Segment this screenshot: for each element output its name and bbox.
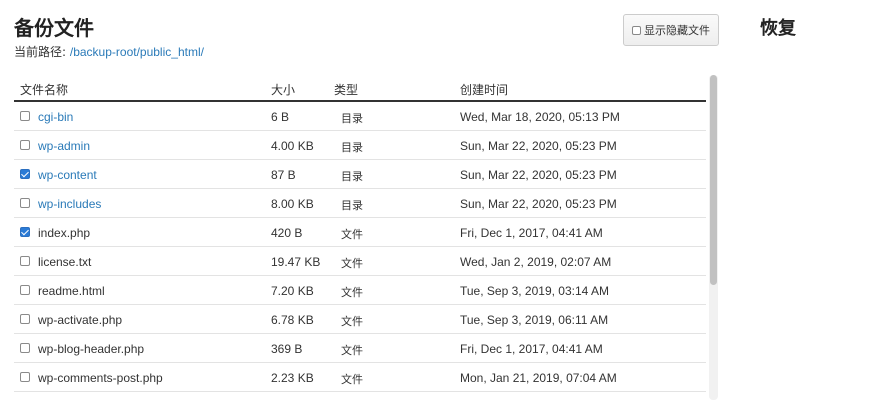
restore-title: 恢复 [760, 18, 796, 39]
file-size: 6.78 KB [271, 313, 314, 327]
file-size: 8.00 KB [271, 197, 314, 211]
file-type: 文件 [341, 257, 363, 270]
column-header-name[interactable]: 文件名称 [20, 81, 68, 98]
file-name: index.php [38, 226, 91, 240]
column-header-type[interactable]: 类型 [334, 81, 358, 98]
file-type: 文件 [341, 286, 363, 299]
checkbox-box[interactable] [20, 169, 30, 179]
row-checkbox[interactable] [20, 227, 30, 237]
table-row[interactable]: wp-activate.php 6.78 KB 文件 Tue, Sep 3, 2019… [14, 305, 706, 334]
row-checkbox[interactable] [20, 314, 30, 324]
file-created: Fri, Dec 1, 2017, 04:41 AM [460, 226, 603, 240]
file-created: Tue, Sep 3, 2019, 06:11 AM [460, 313, 609, 327]
file-name: wp-blog-header.php [38, 342, 145, 356]
show-hidden-files-button[interactable]: 显示隐藏文件 [623, 14, 719, 46]
file-type: 目录 [341, 112, 363, 125]
table-row[interactable]: cgi-bin 6 B 目录 Wed, Mar 18, 2020, 05:13 PM [14, 102, 706, 131]
file-name[interactable]: wp-admin [38, 139, 90, 153]
file-type: 文件 [341, 344, 363, 357]
file-created: Sun, Mar 22, 2020, 05:23 PM [460, 197, 617, 211]
file-type: 文件 [341, 228, 363, 241]
file-type: 目录 [341, 170, 363, 183]
checkbox-box[interactable] [20, 227, 30, 237]
file-created: Sun, Mar 22, 2020, 05:23 PM [460, 168, 617, 182]
file-size: 19.47 KB [271, 255, 321, 269]
file-name: wp-activate.php [38, 313, 123, 327]
row-checkbox[interactable] [20, 140, 30, 150]
table-body: cgi-bin 6 B 目录 Wed, Mar 18, 2020, 05:13 PM w… [14, 102, 706, 392]
row-checkbox[interactable] [20, 372, 30, 382]
checkbox-box[interactable] [20, 140, 30, 150]
row-checkbox[interactable] [20, 343, 30, 353]
file-created: Tue, Sep 3, 2019, 03:14 AM [460, 284, 609, 298]
file-size: 2.23 KB [271, 371, 314, 385]
checkbox-box[interactable] [20, 343, 30, 353]
file-created: Wed, Mar 18, 2020, 05:13 PM [460, 110, 620, 124]
table-header: 文件名称 大小 类型 创建时间 [14, 73, 706, 102]
checkbox-box[interactable] [20, 256, 30, 266]
file-created: Mon, Jan 21, 2019, 07:04 AM [460, 371, 617, 385]
show-hidden-label: 显示隐藏文件 [644, 24, 710, 37]
table-row[interactable]: wp-includes 8.00 KB 目录 Sun, Mar 22, 2020, 0… [14, 189, 706, 218]
file-type: 目录 [341, 199, 363, 212]
file-name: readme.html [38, 284, 105, 298]
path-label: 当前路径: [14, 45, 67, 59]
file-type: 文件 [341, 373, 363, 386]
row-checkbox[interactable] [20, 198, 30, 208]
page-title: 备份文件 [14, 16, 94, 40]
file-size: 87 B [271, 168, 296, 182]
file-size: 7.20 KB [271, 284, 314, 298]
file-size: 4.00 KB [271, 139, 314, 153]
row-checkbox[interactable] [20, 285, 30, 295]
file-created: Sun, Mar 22, 2020, 05:23 PM [460, 139, 617, 153]
row-checkbox[interactable] [20, 111, 30, 121]
column-header-created[interactable]: 创建时间 [460, 81, 508, 98]
checkbox-box[interactable] [20, 198, 30, 208]
table-row[interactable]: wp-content 87 B 目录 Sun, Mar 22, 2020, 05:23… [14, 160, 706, 189]
row-checkbox[interactable] [20, 169, 30, 179]
table-row[interactable]: wp-comments-post.php 2.23 KB 文件 Mon, Jan 21… [14, 363, 706, 392]
file-name: license.txt [38, 255, 92, 269]
checkbox-box[interactable] [20, 285, 30, 295]
table-scrollbar[interactable] [709, 75, 718, 400]
file-name: wp-comments-post.php [38, 371, 163, 385]
table-row[interactable]: wp-admin 4.00 KB 目录 Sun, Mar 22, 2020, 05:2… [14, 131, 706, 160]
table-row[interactable]: license.txt 19.47 KB 文件 Wed, Jan 2, 2019, 0… [14, 247, 706, 276]
file-type: 文件 [341, 315, 363, 328]
file-type: 目录 [341, 141, 363, 154]
file-created: Fri, Dec 1, 2017, 04:41 AM [460, 342, 603, 356]
checkbox-box[interactable] [20, 314, 30, 324]
table-row[interactable]: readme.html 7.20 KB 文件 Tue, Sep 3, 2019, 03… [14, 276, 706, 305]
show-hidden-checkbox[interactable] [632, 25, 641, 35]
file-table: 文件名称 大小 类型 创建时间 cgi-bin 6 B 目录 Wed, Mar 18,… [14, 73, 706, 392]
file-name[interactable]: cgi-bin [38, 110, 73, 124]
scrollbar-thumb[interactable] [710, 75, 717, 285]
row-checkbox[interactable] [20, 256, 30, 266]
table-row[interactable]: index.php 420 B 文件 Fri, Dec 1, 2017, 04:41 … [14, 218, 706, 247]
file-size: 420 B [271, 226, 303, 240]
path-link[interactable]: /backup-root/public_html/ [70, 45, 204, 59]
table-row[interactable]: wp-blog-header.php 369 B 文件 Fri, Dec 1, 201… [14, 334, 706, 363]
checkbox-box[interactable] [20, 111, 30, 121]
file-size: 6 B [271, 110, 290, 124]
checkbox-box[interactable] [20, 372, 30, 382]
file-name[interactable]: wp-includes [38, 197, 101, 211]
file-size: 369 B [271, 342, 303, 356]
current-path: 当前路径: /backup-root/public_html/ [14, 43, 204, 60]
file-name[interactable]: wp-content [38, 168, 97, 182]
column-header-size[interactable]: 大小 [271, 81, 295, 98]
file-created: Wed, Jan 2, 2019, 02:07 AM [460, 255, 612, 269]
